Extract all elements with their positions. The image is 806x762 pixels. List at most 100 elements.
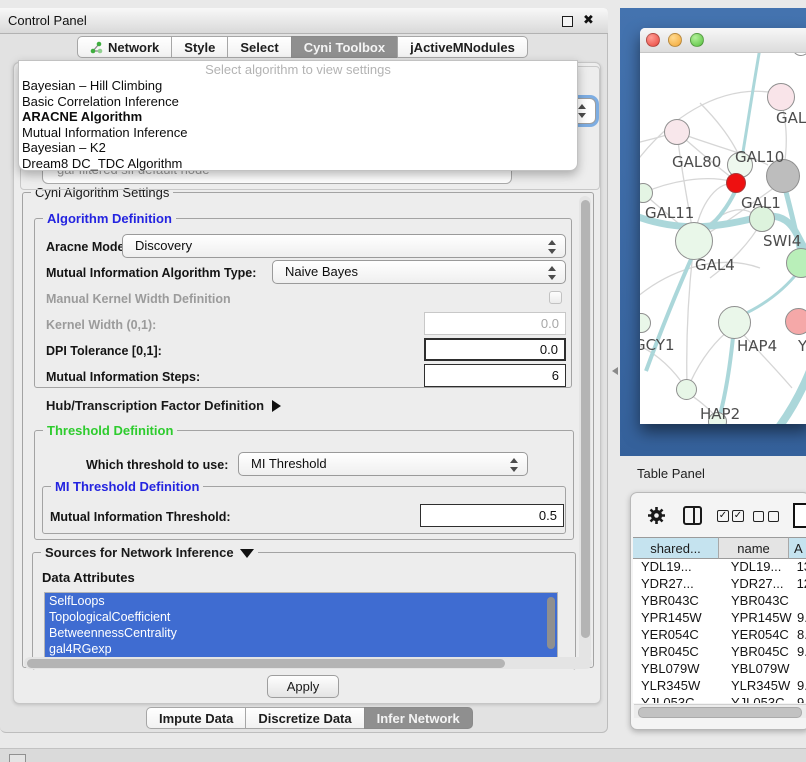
data-attributes-list: SelfLoops TopologicalCoefficient Between… xyxy=(44,592,558,658)
table-row[interactable]: YLR345WYLR345W9. xyxy=(633,678,806,695)
unchecked-checkbox-icon[interactable] xyxy=(768,511,779,522)
hub-definition-disclosure[interactable]: Hub/Transcription Factor Definition xyxy=(46,398,281,413)
float-window-icon[interactable] xyxy=(562,16,573,27)
mi-threshold-input[interactable] xyxy=(420,504,564,527)
attribute-item[interactable]: BetweennessCentrality xyxy=(45,625,557,641)
table-row[interactable]: YBR043CYBR043C xyxy=(633,593,806,610)
close-icon[interactable]: ✖ xyxy=(583,12,594,28)
status-strip xyxy=(0,748,806,762)
control-panel-titlebar[interactable] xyxy=(0,8,608,34)
network-node[interactable] xyxy=(767,83,795,111)
network-node[interactable] xyxy=(785,308,806,335)
attribute-item[interactable]: gal4RGexp xyxy=(45,641,557,657)
dropdown-item[interactable]: Bayesian – Hill Climbing xyxy=(19,78,577,94)
combo-spinner-icon xyxy=(548,265,557,281)
minimized-panel-icon[interactable] xyxy=(9,754,26,762)
node-label: HAP4 xyxy=(737,337,777,355)
kernel-width-label: Kernel Width (0,1): xyxy=(46,318,156,332)
table-row[interactable]: YPR145WYPR145W9. xyxy=(633,610,806,627)
minimize-traffic-light[interactable] xyxy=(668,33,682,47)
table-panel-title: Table Panel xyxy=(637,466,705,481)
dropdown-placeholder: Select algorithm to view settings xyxy=(19,61,577,78)
network-canvas[interactable]: GAL GAL80 GAL10 GAL1 GAL11 GAL4 SWI4 GCY… xyxy=(640,53,806,424)
algorithm-dropdown-list: Select algorithm to view settings Bayesi… xyxy=(18,60,578,171)
column-header-name[interactable]: name xyxy=(719,537,789,559)
tab-cyni-toolbox[interactable]: Cyni Toolbox xyxy=(291,36,398,58)
table-row[interactable]: YBL079WYBL079W xyxy=(633,661,806,678)
which-threshold-label: Which threshold to use: xyxy=(86,458,228,472)
node-label: GAL11 xyxy=(645,204,694,222)
screen: Control Panel ✖ Network Style Select Cyn… xyxy=(0,0,806,762)
manual-kernel-checkbox[interactable] xyxy=(549,291,562,304)
tab-infer-network[interactable]: Infer Network xyxy=(364,707,473,729)
settings-horizontal-scrollbar[interactable] xyxy=(24,657,592,669)
table-panel-window: ✓ ✓ shared... name A YDL19...YDL19...13 … xyxy=(630,492,806,730)
disclosure-right-icon xyxy=(272,400,281,412)
algorithm-definition-title: Algorithm Definition xyxy=(43,211,176,226)
aracne-mode-combo[interactable]: Discovery xyxy=(122,234,566,258)
network-node[interactable] xyxy=(675,222,713,260)
aracne-mode-label: Aracne Mode: xyxy=(46,240,129,254)
tab-network-label: Network xyxy=(108,40,159,55)
bottom-tabs: Impute Data Discretize Data Infer Networ… xyxy=(146,707,473,729)
network-window-titlebar[interactable] xyxy=(640,28,806,53)
network-node-selected[interactable] xyxy=(726,173,746,193)
attribute-item[interactable]: TopologicalCoefficient xyxy=(45,609,557,625)
column-header-shared[interactable]: shared... xyxy=(633,537,719,559)
mi-threshold-label: Mutual Information Threshold: xyxy=(50,510,231,524)
hub-definition-label: Hub/Transcription Factor Definition xyxy=(46,398,264,413)
close-traffic-light[interactable] xyxy=(646,33,660,47)
tab-network[interactable]: Network xyxy=(77,36,172,58)
tab-impute-data[interactable]: Impute Data xyxy=(146,707,246,729)
mi-steps-input[interactable] xyxy=(424,364,566,387)
zoom-traffic-light[interactable] xyxy=(690,33,704,47)
dropdown-item[interactable]: Bayesian – K2 xyxy=(19,140,577,156)
network-icon xyxy=(90,41,103,54)
dpi-tolerance-input[interactable] xyxy=(424,338,566,361)
dropdown-item[interactable]: Dream8 DC_TDC Algorithm xyxy=(19,156,577,172)
column-header-third[interactable]: A xyxy=(789,537,806,559)
tab-discretize-data[interactable]: Discretize Data xyxy=(245,707,364,729)
network-node[interactable] xyxy=(718,306,751,339)
unchecked-checkbox-icon[interactable] xyxy=(753,511,764,522)
panel-divider-collapse-icon[interactable] xyxy=(612,367,618,375)
network-node[interactable] xyxy=(664,119,690,145)
gear-icon[interactable] xyxy=(647,506,666,525)
data-attributes-label: Data Attributes xyxy=(42,570,135,585)
network-node[interactable] xyxy=(676,379,697,400)
list-scrollbar[interactable] xyxy=(547,597,555,649)
apply-button[interactable]: Apply xyxy=(267,675,339,698)
tab-select[interactable]: Select xyxy=(227,36,291,58)
document-icon[interactable] xyxy=(793,503,806,528)
combo-spinner-icon xyxy=(548,239,557,255)
sources-group-title[interactable]: Sources for Network Inference xyxy=(41,545,258,560)
dropdown-item[interactable]: Mutual Information Inference xyxy=(19,125,577,141)
network-window: GAL GAL80 GAL10 GAL1 GAL11 GAL4 SWI4 GCY… xyxy=(640,28,806,424)
table-row[interactable]: YDL19...YDL19...13 xyxy=(633,559,806,576)
checked-checkbox-icon[interactable]: ✓ xyxy=(717,510,729,522)
kernel-width-input[interactable] xyxy=(424,312,566,335)
dropdown-item[interactable]: Basic Correlation Inference xyxy=(19,94,577,110)
table-horizontal-scrollbar[interactable] xyxy=(634,704,806,718)
mi-type-combo[interactable]: Naive Bayes xyxy=(272,260,566,284)
node-label: HAP2 xyxy=(700,405,740,423)
column-layout-icon[interactable] xyxy=(683,506,702,525)
table-row[interactable]: YBR045CYBR045C9. xyxy=(633,644,806,661)
control-panel-title: Control Panel xyxy=(8,13,87,28)
disclosure-down-icon xyxy=(240,549,254,558)
tab-style[interactable]: Style xyxy=(171,36,228,58)
node-label: GAL4 xyxy=(695,256,735,274)
tab-jactivemnodules[interactable]: jActiveMNodules xyxy=(397,36,528,58)
table-row[interactable]: YER054CYER054C8. xyxy=(633,627,806,644)
dropdown-item-selected[interactable]: ARACNE Algorithm xyxy=(19,109,577,125)
node-label: GAL1 xyxy=(741,194,781,212)
table-row[interactable]: YJL053CYJL053C9 xyxy=(633,695,806,703)
mi-type-label: Mutual Information Algorithm Type: xyxy=(46,266,256,280)
attribute-item[interactable]: SelfLoops xyxy=(45,593,557,609)
checked-checkbox-icon[interactable]: ✓ xyxy=(732,510,744,522)
mi-threshold-group-title: MI Threshold Definition xyxy=(51,479,203,494)
settings-vertical-scrollbar[interactable] xyxy=(579,196,591,662)
table-body: YDL19...YDL19...13 YDR27...YDR27...12 YB… xyxy=(633,559,806,703)
which-threshold-combo[interactable]: MI Threshold xyxy=(238,452,528,476)
table-row[interactable]: YDR27...YDR27...12 xyxy=(633,576,806,593)
